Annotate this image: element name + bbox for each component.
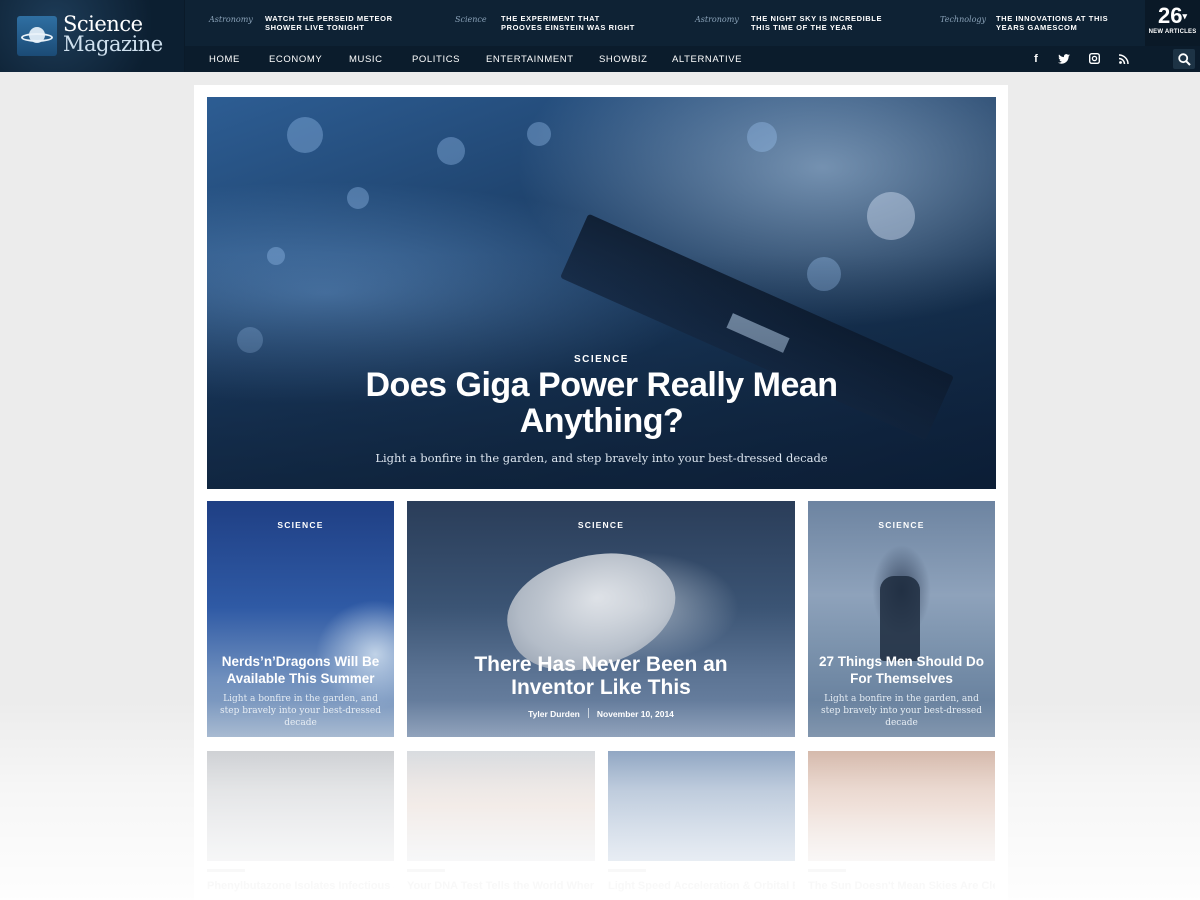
search-icon: [1178, 53, 1191, 66]
nav-item-showbiz[interactable]: SHOWBIZ: [599, 54, 648, 65]
thumbnail-category-bar: [608, 869, 646, 872]
card-meta: Tyler Durden November 10, 2014: [407, 708, 795, 719]
news-ticker: Astronomy WATCH THE PERSEID METEOR SHOWE…: [185, 0, 1145, 46]
thumbnail-title[interactable]: Phenylbutazone Isolates Infectious Scler…: [207, 880, 394, 892]
card-category[interactable]: SCIENCE: [407, 520, 795, 530]
rss-icon[interactable]: [1116, 51, 1132, 67]
article-thumbnail[interactable]: [608, 751, 795, 861]
search-button[interactable]: [1173, 49, 1195, 69]
hero-category[interactable]: SCIENCE: [207, 354, 996, 365]
new-articles-counter[interactable]: 26▾ NEW ARTICLES: [1145, 0, 1200, 46]
thumbnail-title[interactable]: The Sun Doesn't Mean Skies Are Clear: [808, 880, 995, 892]
ticker-category: Astronomy: [695, 15, 739, 24]
nav-item-home[interactable]: HOME: [209, 54, 240, 65]
card-title[interactable]: There Has Never Been an Inventor Like Th…: [457, 653, 745, 699]
instagram-icon[interactable]: [1086, 51, 1102, 67]
article-thumbnail[interactable]: [407, 751, 595, 861]
hero-article[interactable]: SCIENCE Does Giga Power Really Mean Anyt…: [207, 97, 996, 489]
card-category[interactable]: SCIENCE: [207, 520, 394, 530]
hero-title[interactable]: Does Giga Power Really Mean Anything?: [327, 367, 876, 439]
ticker-category: Science: [455, 15, 487, 24]
logo-line-2: Magazine: [63, 32, 163, 56]
card-description: Light a bonfire in the garden, and step …: [821, 694, 982, 728]
article-card-featured[interactable]: SCIENCE There Has Never Been an Inventor…: [407, 501, 795, 737]
ticker-category: Astronomy: [209, 15, 253, 24]
new-articles-label: NEW ARTICLES: [1148, 29, 1197, 35]
logo-line-1: Science: [63, 12, 143, 36]
twitter-icon[interactable]: [1056, 51, 1072, 67]
card-date: November 10, 2014: [596, 709, 674, 719]
nav-item-entertainment[interactable]: ENTERTAINMENT: [486, 54, 574, 65]
meta-divider: [587, 708, 589, 718]
thumbnail-title[interactable]: Light Speed Acceleration & Orbital Expan…: [608, 880, 795, 892]
ticker-category: Technology: [940, 15, 987, 24]
nav-item-economy[interactable]: ECONOMY: [269, 54, 322, 65]
new-articles-count: 26: [1157, 3, 1183, 28]
thumbnail-category-bar: [207, 869, 245, 872]
thumbnail-title[interactable]: Your DNA Test Tells the World Where You …: [407, 880, 594, 892]
ticker-headline[interactable]: THE NIGHT SKY IS INCREDIBLE THIS TIME OF…: [751, 14, 891, 32]
main-nav: HOME ECONOMY MUSIC POLITICS ENTERTAINMEN…: [185, 46, 1200, 72]
photographer-image: [880, 576, 920, 661]
article-card[interactable]: SCIENCE 27 Things Men Should Do For Them…: [808, 501, 995, 737]
thumbnail-category-bar: [407, 869, 445, 872]
article-thumbnail[interactable]: [808, 751, 995, 861]
nav-item-alternative[interactable]: ALTERNATIVE: [672, 54, 742, 65]
article-thumbnail[interactable]: [207, 751, 394, 861]
site-header: Science Magazine Astronomy WATCH THE PER…: [0, 0, 1200, 72]
site-logo[interactable]: Science Magazine: [0, 0, 185, 72]
hero-subtitle: Light a bonfire in the garden, and step …: [375, 451, 828, 465]
logo-wordmark: Science Magazine: [63, 12, 163, 56]
ticker-headline[interactable]: WATCH THE PERSEID METEOR SHOWER LIVE TON…: [265, 14, 405, 32]
chevron-down-icon: ▾: [1182, 11, 1187, 21]
ticker-headline[interactable]: THE EXPERIMENT THAT PROOVES EINSTEIN WAS…: [501, 14, 641, 32]
thumbnail-category-bar: [808, 869, 846, 872]
card-title[interactable]: 27 Things Men Should Do For Themselves: [816, 653, 987, 687]
card-category[interactable]: SCIENCE: [808, 520, 995, 530]
ticker-headline[interactable]: THE INNOVATIONS AT THIS YEARS GAMESCOM: [996, 14, 1136, 32]
planet-logo-icon: [17, 16, 57, 56]
card-title[interactable]: Nerds’n’Dragons Will Be Available This S…: [215, 653, 386, 687]
card-author[interactable]: Tyler Durden: [528, 709, 580, 719]
nav-item-music[interactable]: MUSIC: [349, 54, 383, 65]
facebook-icon[interactable]: f: [1028, 51, 1044, 67]
article-card[interactable]: SCIENCE Nerds’n’Dragons Will Be Availabl…: [207, 501, 394, 737]
nav-item-politics[interactable]: POLITICS: [412, 54, 460, 65]
card-description: Light a bonfire in the garden, and step …: [220, 694, 381, 728]
